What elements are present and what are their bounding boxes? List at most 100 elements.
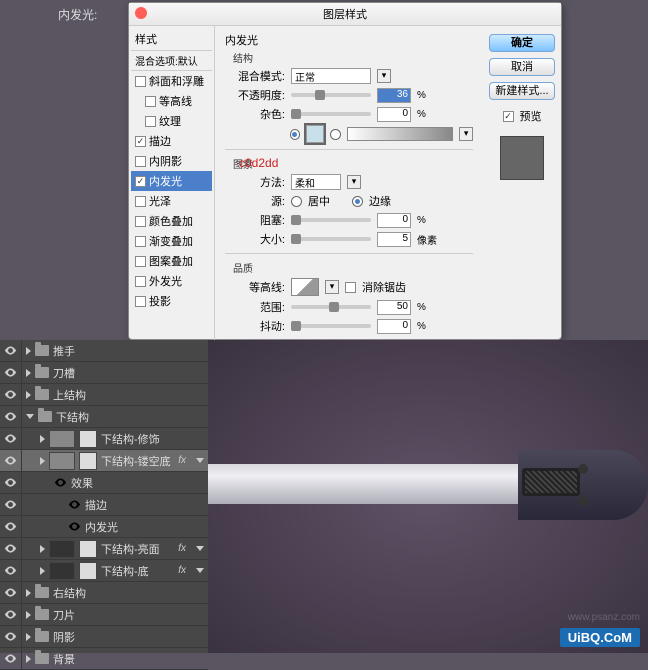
style-checkbox[interactable]: ✓ [135, 176, 146, 187]
visibility-icon[interactable] [0, 560, 22, 582]
jitter-slider[interactable] [291, 324, 371, 328]
style-checkbox[interactable] [145, 116, 156, 127]
layer-row[interactable]: 下结构-底fx [0, 560, 208, 582]
style-item[interactable]: 外发光 [131, 271, 212, 291]
style-checkbox[interactable] [135, 296, 146, 307]
chevron-down-icon[interactable]: ▾ [325, 280, 339, 294]
expand-icon[interactable] [26, 633, 31, 641]
layer-row[interactable]: 下结构-亮面fx [0, 538, 208, 560]
contour-picker[interactable] [291, 278, 319, 296]
style-checkbox[interactable] [135, 156, 146, 167]
style-checkbox[interactable] [135, 216, 146, 227]
style-item[interactable]: ✓内发光 [131, 171, 212, 191]
ok-button[interactable]: 确定 [489, 34, 555, 52]
layer-row[interactable]: 效果 [0, 472, 208, 494]
range-input[interactable]: 50 [377, 300, 411, 315]
method-select[interactable]: 柔和 [291, 174, 341, 190]
style-item[interactable]: 图案叠加 [131, 251, 212, 271]
style-item[interactable]: 投影 [131, 291, 212, 311]
style-checkbox[interactable]: ✓ [135, 136, 146, 147]
expand-icon[interactable] [40, 435, 45, 443]
noise-slider[interactable] [291, 112, 371, 116]
layer-row[interactable]: 下结构-镂空底fx [0, 450, 208, 472]
color-swatch[interactable] [306, 125, 324, 143]
visibility-icon[interactable] [0, 582, 22, 604]
layer-row[interactable]: 内发光 [0, 516, 208, 538]
layer-row[interactable]: 右结构 [0, 582, 208, 604]
layer-row[interactable]: 下结构 [0, 406, 208, 428]
layer-row[interactable]: 描边 [0, 494, 208, 516]
opacity-slider[interactable] [291, 93, 371, 97]
range-slider[interactable] [291, 305, 371, 309]
color-radio[interactable] [290, 129, 301, 140]
chevron-down-icon[interactable]: ▾ [347, 175, 361, 189]
fx-badge[interactable]: fx [178, 455, 186, 466]
visibility-icon[interactable] [0, 516, 22, 538]
visibility-icon[interactable] [0, 538, 22, 560]
fx-expand-icon[interactable] [196, 568, 204, 573]
gradient-radio[interactable] [330, 129, 341, 140]
effect-icon[interactable] [54, 476, 67, 489]
fx-expand-icon[interactable] [196, 546, 204, 551]
layer-row[interactable]: 上结构 [0, 384, 208, 406]
expand-icon[interactable] [26, 369, 31, 377]
style-item[interactable]: ✓描边 [131, 131, 212, 151]
layer-row[interactable]: 推手 [0, 340, 208, 362]
layer-row[interactable]: 下结构-修饰 [0, 428, 208, 450]
style-item[interactable]: 光泽 [131, 191, 212, 211]
preview-checkbox[interactable]: ✓ [503, 111, 514, 122]
antialias-checkbox[interactable] [345, 282, 356, 293]
style-checkbox[interactable] [135, 256, 146, 267]
style-item[interactable]: 颜色叠加 [131, 211, 212, 231]
style-item[interactable]: 等高线 [131, 91, 212, 111]
blend-default[interactable]: 混合选项:默认 [131, 51, 212, 71]
expand-icon[interactable] [26, 414, 34, 419]
jitter-input[interactable]: 0 [377, 319, 411, 334]
expand-icon[interactable] [26, 391, 31, 399]
style-checkbox[interactable] [135, 276, 146, 287]
style-item[interactable]: 纹理 [131, 111, 212, 131]
expand-icon[interactable] [26, 611, 31, 619]
opacity-input[interactable]: 36 [377, 88, 411, 103]
canvas[interactable]: www.psanz.com UiBQ.CoM [208, 340, 648, 653]
close-icon[interactable] [135, 7, 147, 19]
style-checkbox[interactable] [135, 76, 146, 87]
visibility-icon[interactable] [0, 384, 22, 406]
effect-icon[interactable] [68, 520, 81, 533]
style-checkbox[interactable] [145, 96, 156, 107]
source-edge-radio[interactable] [352, 196, 363, 207]
style-item[interactable]: 内阴影 [131, 151, 212, 171]
chevron-down-icon[interactable]: ▾ [377, 69, 391, 83]
layer-row[interactable]: 背景 [0, 648, 208, 670]
source-center-radio[interactable] [291, 196, 302, 207]
expand-icon[interactable] [26, 655, 31, 663]
visibility-icon[interactable] [0, 428, 22, 450]
layer-row[interactable]: 刀片 [0, 604, 208, 626]
choke-input[interactable]: 0 [377, 213, 411, 228]
visibility-icon[interactable] [0, 494, 22, 516]
fx-badge[interactable]: fx [178, 565, 186, 576]
visibility-icon[interactable] [0, 406, 22, 428]
style-checkbox[interactable] [135, 196, 146, 207]
visibility-icon[interactable] [0, 472, 22, 494]
expand-icon[interactable] [40, 567, 45, 575]
layer-row[interactable]: 阴影 [0, 626, 208, 648]
new-style-button[interactable]: 新建样式... [489, 82, 555, 100]
blend-mode-select[interactable]: 正常 [291, 68, 371, 84]
style-checkbox[interactable] [135, 236, 146, 247]
style-item[interactable]: 斜面和浮雕 [131, 71, 212, 91]
expand-icon[interactable] [40, 457, 45, 465]
size-input[interactable]: 5 [377, 232, 411, 247]
expand-icon[interactable] [26, 589, 31, 597]
layer-row[interactable]: 刀槽 [0, 362, 208, 384]
size-slider[interactable] [291, 237, 371, 241]
fx-badge[interactable]: fx [178, 543, 186, 554]
expand-icon[interactable] [40, 545, 45, 553]
noise-input[interactable]: 0 [377, 107, 411, 122]
gradient-picker[interactable] [347, 127, 454, 141]
choke-slider[interactable] [291, 218, 371, 222]
visibility-icon[interactable] [0, 340, 22, 362]
cancel-button[interactable]: 取消 [489, 58, 555, 76]
visibility-icon[interactable] [0, 604, 22, 626]
expand-icon[interactable] [26, 347, 31, 355]
